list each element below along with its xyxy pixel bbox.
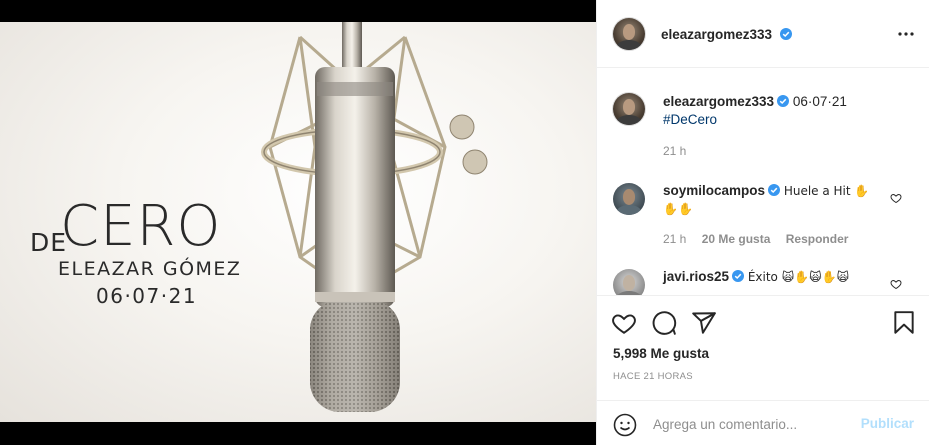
microphone-illustration bbox=[261, 22, 488, 412]
reply-button[interactable]: Responder bbox=[786, 232, 849, 246]
caption-text: 06·07·21 bbox=[792, 94, 847, 109]
caption-avatar[interactable] bbox=[613, 93, 645, 125]
cover-artist: ELEAZAR GÓMEZ bbox=[58, 258, 242, 280]
comment-input[interactable] bbox=[653, 413, 853, 435]
comment-text: Éxito 🙀✋🙀✋🙀 bbox=[747, 270, 850, 284]
verified-badge-icon bbox=[779, 28, 792, 40]
like-comment-heart-icon[interactable] bbox=[890, 278, 902, 290]
caption-meta: 21 h bbox=[663, 144, 698, 158]
share-paper-plane-icon[interactable] bbox=[691, 310, 717, 336]
comment-text-block: javi.rios25 Éxito 🙀✋🙀✋🙀 bbox=[663, 268, 873, 286]
emoji-smiley-icon[interactable] bbox=[613, 413, 637, 437]
cover-title: DE CERO ELEAZAR GÓMEZ 06·07·21 bbox=[30, 194, 260, 310]
like-heart-icon[interactable] bbox=[611, 310, 637, 336]
comment-avatar[interactable] bbox=[613, 183, 645, 215]
post-header: eleazargomez333 bbox=[597, 0, 929, 68]
caption-time[interactable]: 21 h bbox=[663, 144, 686, 158]
caption: eleazargomez333 06·07·21 #DeCero 21 h bbox=[597, 89, 929, 159]
save-bookmark-icon[interactable] bbox=[891, 310, 917, 336]
caption-hashtag[interactable]: #DeCero bbox=[663, 112, 717, 127]
header-user: eleazargomez333 bbox=[661, 26, 792, 44]
comment-text-block: soymilocampos Huele a Hit ✋ ✋✋ bbox=[663, 182, 873, 218]
like-comment-heart-icon[interactable] bbox=[890, 192, 902, 204]
verified-badge-icon bbox=[732, 270, 745, 282]
comment-text: Huele a Hit ✋ bbox=[783, 184, 870, 198]
caption-text-block: eleazargomez333 06·07·21 #DeCero bbox=[663, 93, 847, 129]
more-options-icon[interactable] bbox=[896, 24, 916, 44]
comment-meta: 21 h 20 Me gusta Responder bbox=[663, 232, 860, 246]
verified-badge-icon bbox=[768, 184, 781, 196]
post-details-panel: eleazargomez333 eleazargomez333 06·07·21… bbox=[596, 0, 929, 445]
post-actions: 5,998 Me gusta HACE 21 HORAS Publicar bbox=[597, 295, 929, 445]
comment-time[interactable]: 21 h bbox=[663, 232, 686, 246]
post-image[interactable]: DE CERO ELEAZAR GÓMEZ 06·07·21 bbox=[0, 22, 596, 422]
comment-likes[interactable]: 20 Me gusta bbox=[702, 232, 771, 246]
comment-bubble-icon[interactable] bbox=[651, 310, 677, 336]
verified-badge-icon bbox=[777, 95, 790, 107]
header-username[interactable]: eleazargomez333 bbox=[661, 27, 772, 42]
caption-username[interactable]: eleazargomez333 bbox=[663, 94, 774, 109]
likes-count[interactable]: 5,998 Me gusta bbox=[613, 346, 709, 361]
cover-date: 06·07·21 bbox=[96, 284, 198, 308]
post-timestamp[interactable]: HACE 21 HORAS bbox=[613, 371, 693, 382]
comment-item: soymilocampos Huele a Hit ✋ ✋✋ 21 h 20 M… bbox=[597, 179, 929, 249]
comment-item: javi.rios25 Éxito 🙀✋🙀✋🙀 bbox=[597, 265, 929, 295]
cover-title-cero: CERO bbox=[60, 194, 222, 259]
publish-button[interactable]: Publicar bbox=[861, 416, 914, 431]
add-comment-bar: Publicar bbox=[597, 400, 929, 445]
author-avatar[interactable] bbox=[613, 18, 645, 50]
comments-list[interactable]: eleazargomez333 06·07·21 #DeCero 21 h so… bbox=[597, 69, 929, 295]
comment-username[interactable]: soymilocampos bbox=[663, 183, 765, 198]
comment-text-continued: ✋✋ bbox=[663, 202, 693, 216]
comment-username[interactable]: javi.rios25 bbox=[663, 269, 729, 284]
comment-avatar[interactable] bbox=[613, 269, 645, 295]
instagram-post-modal: DE CERO ELEAZAR GÓMEZ 06·07·21 eleazargo… bbox=[0, 0, 929, 445]
